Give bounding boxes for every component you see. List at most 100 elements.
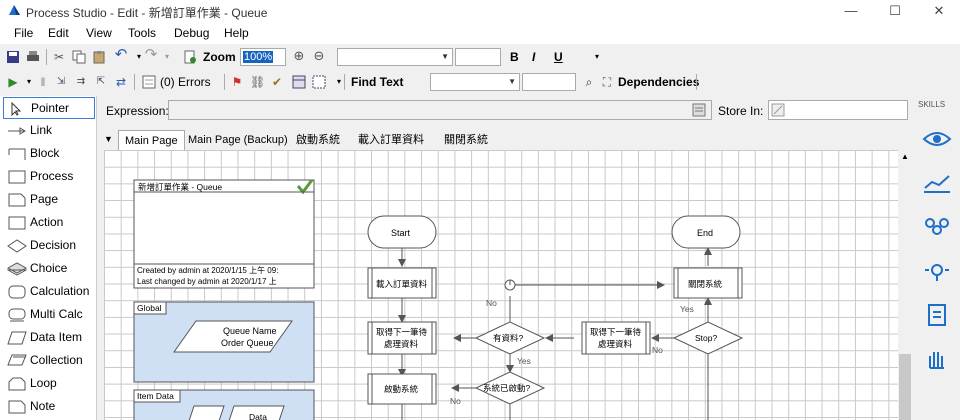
tab-load-orders[interactable]: 載入訂單資料 (352, 130, 430, 150)
document-icon[interactable] (922, 302, 952, 328)
tool-multi-calc[interactable]: Multi Calc (3, 304, 95, 326)
close-button[interactable]: ✕ (930, 2, 948, 20)
link-icon[interactable]: ⛓ (250, 75, 265, 89)
people-icon[interactable] (922, 214, 952, 240)
changed-info: Last changed by admin at 2020/1/17 上 (137, 277, 277, 286)
redo-icon[interactable]: ↷ (144, 47, 158, 62)
binoculars-icon[interactable]: ⌕ (582, 75, 596, 89)
global-block[interactable]: Global Queue Name Order Queue (133, 301, 315, 383)
copy-icon[interactable] (72, 50, 86, 64)
zoom-label: Zoom (203, 50, 236, 64)
tool-link[interactable]: Link (3, 120, 95, 142)
lightbulb-icon[interactable] (922, 258, 952, 284)
underline-button[interactable]: U (554, 50, 563, 64)
print-icon[interactable] (26, 50, 40, 64)
step-icon[interactable]: ⇲ (54, 75, 68, 89)
order-queue-label: Order Queue (221, 338, 274, 348)
redo-dropdown-icon[interactable]: ▾ (160, 50, 174, 64)
italic-button[interactable]: I (532, 50, 535, 64)
validate-icon[interactable]: ✔ (270, 75, 284, 89)
errors-icon[interactable] (142, 75, 156, 89)
errors-count[interactable]: (0) Errors (160, 75, 211, 89)
zoom-page-icon[interactable] (183, 50, 197, 64)
menu-view[interactable]: View (86, 26, 112, 40)
block-icon (8, 148, 26, 160)
expression-field[interactable] (168, 100, 712, 120)
tool-loop[interactable]: Loop (3, 373, 95, 395)
yes-label: Yes (680, 304, 694, 314)
tab-menu-icon[interactable]: ▼ (104, 134, 113, 144)
grid-icon[interactable] (292, 75, 306, 89)
menu-debug[interactable]: Debug (174, 26, 209, 40)
item-data-block[interactable]: Item Data Data (133, 389, 315, 420)
pause-icon[interactable]: ‖ (36, 75, 50, 89)
tab-main-page[interactable]: Main Page (118, 130, 185, 150)
tool-process[interactable]: Process (3, 166, 95, 188)
undo-icon[interactable]: ↶ (114, 47, 128, 62)
loop-icon (8, 377, 26, 391)
zoom-combo[interactable]: 100% (240, 48, 286, 66)
find-scope-combo[interactable] (522, 73, 576, 91)
maximize-button[interactable]: ☐ (886, 2, 904, 20)
collection-icon (7, 354, 27, 366)
no-label: No (486, 298, 497, 308)
menu-file[interactable]: File (14, 26, 33, 40)
store-in-field[interactable] (768, 100, 908, 120)
process-canvas[interactable]: 新增訂單作業 - Queue Created by admin at 2020/… (104, 150, 898, 420)
hand-icon[interactable] (922, 346, 952, 372)
reset-icon[interactable]: ⇄ (114, 75, 128, 89)
tab-main-page-backup[interactable]: Main Page (Backup) (182, 130, 294, 150)
font-size-combo[interactable] (455, 48, 501, 66)
run-icon[interactable]: ▶ (6, 75, 20, 89)
tool-note[interactable]: Note (3, 396, 95, 418)
menu-tools[interactable]: Tools (128, 26, 156, 40)
scroll-up-icon[interactable]: ▲ (901, 152, 909, 161)
get-next-label-2: 處理資料 (384, 339, 419, 349)
tool-label: Calculation (30, 284, 90, 298)
breakpoint-flag-icon[interactable]: ⚑ (230, 75, 244, 89)
scroll-thumb[interactable] (899, 354, 911, 420)
step-out-icon[interactable]: ⇱ (94, 75, 108, 89)
tool-page[interactable]: Page (3, 189, 95, 211)
minimize-button[interactable]: — (842, 2, 860, 20)
save-icon[interactable] (6, 50, 20, 64)
menu-edit[interactable]: Edit (48, 26, 69, 40)
tab-launch-system[interactable]: 啟動系統 (290, 130, 346, 150)
tool-data-item[interactable]: Data Item (3, 327, 95, 349)
eye-icon[interactable] (922, 126, 952, 152)
zoom-out-icon[interactable]: ⊖ (312, 49, 326, 63)
tool-action[interactable]: Action (3, 212, 95, 234)
tool-block[interactable]: Block (3, 143, 95, 165)
tool-pointer[interactable]: Pointer (3, 97, 95, 119)
data-item-icon (7, 331, 27, 345)
paste-icon[interactable] (92, 50, 106, 64)
layout-icon[interactable] (312, 75, 326, 89)
tab-close-system[interactable]: 關閉系統 (438, 130, 494, 150)
cut-icon[interactable]: ✂ (52, 50, 66, 64)
start-label: Start (391, 228, 411, 238)
tool-choice[interactable]: Choice (3, 258, 95, 280)
tool-calculation[interactable]: Calculation (3, 281, 95, 303)
app-logo-icon (9, 5, 20, 15)
queue-name-label: Queue Name (223, 326, 277, 336)
find-text-label: Find Text (351, 75, 404, 89)
zoom-in-icon[interactable]: ⊕ (292, 49, 306, 63)
info-box[interactable]: 新增訂單作業 - Queue Created by admin at 2020/… (133, 179, 315, 289)
launch-system-label: 啟動系統 (384, 384, 419, 394)
dependencies-icon: ⛶ (602, 75, 612, 89)
tool-collection[interactable]: Collection (3, 350, 95, 372)
vertical-scrollbar[interactable]: ▲ (898, 150, 912, 420)
calculator-icon[interactable] (692, 103, 706, 117)
graph-icon[interactable] (922, 170, 952, 196)
menu-help[interactable]: Help (224, 26, 249, 40)
dependencies-button[interactable]: Dependencies (618, 75, 699, 89)
run-dropdown-icon[interactable]: ▾ (22, 75, 36, 89)
find-text-combo[interactable]: ▼ (430, 73, 520, 91)
font-family-combo[interactable]: ▼ (337, 48, 453, 66)
step-over-icon[interactable]: ⇉ (74, 75, 88, 89)
bold-button[interactable]: B (510, 50, 519, 64)
color-dropdown-icon[interactable]: ▾ (590, 50, 604, 64)
tool-label: Note (30, 399, 56, 413)
tool-decision[interactable]: Decision (3, 235, 95, 257)
tool-label: Pointer (31, 101, 70, 115)
